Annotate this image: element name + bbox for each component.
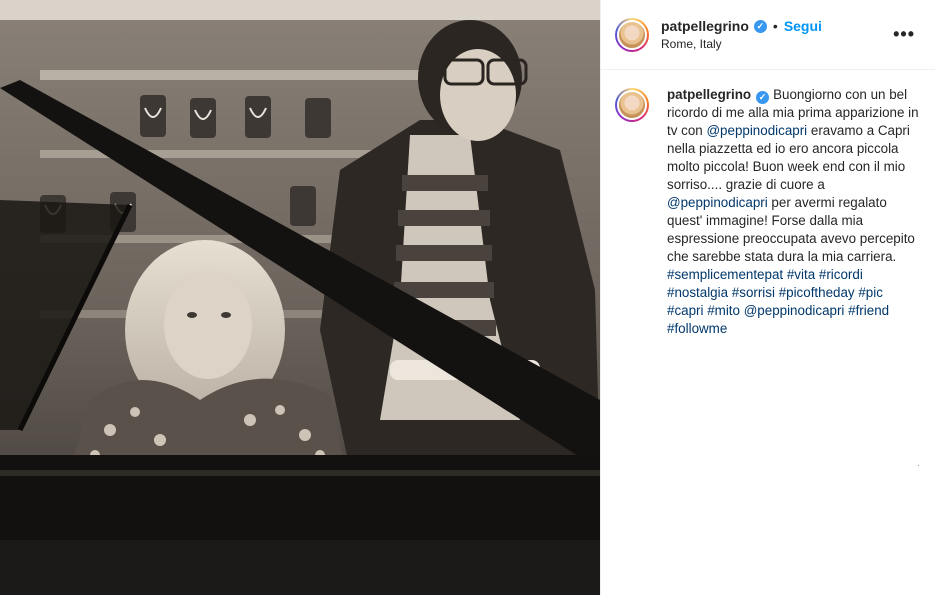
mention-link[interactable]: @peppinodicapri [744,303,845,318]
author-row: patpellegrino ✓ • Segui [661,18,822,34]
verified-badge-icon: ✓ [753,19,767,33]
hashtag-link[interactable]: #picoftheday [779,285,855,300]
caption-text: patpellegrino ✓ Buongiorno con un bel rico… [667,86,921,338]
caption-avatar[interactable] [615,88,649,122]
hashtag-link[interactable]: #mito [707,303,740,318]
author-avatar-image [617,19,647,50]
caption-verified-badge-icon: ✓ [756,91,770,104]
post-header: patpellegrino ✓ • Segui Rome, Italy ••• [601,0,935,70]
hashtag-link[interactable]: #capri [667,303,703,318]
hashtag-link[interactable]: #vita [787,267,815,282]
caption-username[interactable]: patpellegrino [667,87,751,102]
follow-button[interactable]: Segui [784,18,822,34]
mention-link[interactable]: @peppinodicapri [667,195,768,210]
mention-link[interactable]: @peppinodicapri [706,123,807,138]
post-location[interactable]: Rome, Italy [661,37,822,51]
author-info: patpellegrino ✓ • Segui Rome, Italy [661,18,822,51]
hashtag-link[interactable]: #followme [667,321,727,336]
post-photo[interactable] [0,0,600,595]
more-options-icon[interactable]: ••• [893,24,915,45]
hashtag-link[interactable]: #pic [858,285,883,300]
caption-avatar-image [617,90,647,120]
author-avatar[interactable] [615,17,649,52]
stray-mark: . [917,458,920,469]
post-photo-image [0,0,600,595]
hashtag-link[interactable]: #nostalgia [667,285,728,300]
hashtag-link[interactable]: #friend [848,303,889,318]
hashtag-link[interactable]: #semplicementepat [667,267,783,282]
post-caption: patpellegrino ✓ Buongiorno con un bel rico… [601,70,935,338]
hashtag-link[interactable]: #ricordi [819,267,863,282]
hashtag-link[interactable]: #sorrisi [732,285,775,300]
post-side-panel: patpellegrino ✓ • Segui Rome, Italy ••• … [600,0,935,595]
author-username[interactable]: patpellegrino [661,18,749,34]
caption-body: Buongiorno con un bel ricordo di me alla… [667,87,919,336]
separator-dot: • [772,18,778,34]
